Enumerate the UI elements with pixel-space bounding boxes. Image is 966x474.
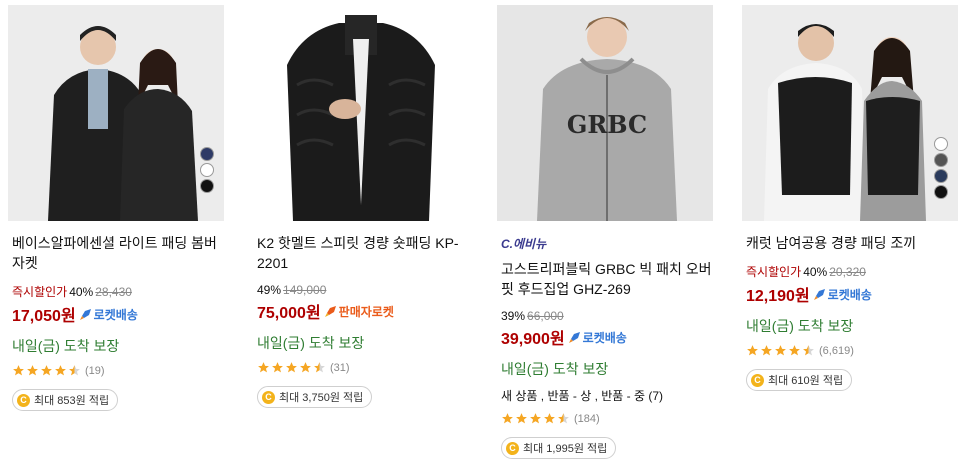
star-rating xyxy=(746,344,816,357)
color-swatch[interactable] xyxy=(934,137,948,151)
color-swatch[interactable] xyxy=(200,179,214,193)
sale-price: 75,000원 xyxy=(257,305,321,322)
star-icon xyxy=(300,362,311,373)
product-image[interactable] xyxy=(253,5,469,221)
color-swatch[interactable] xyxy=(934,153,948,167)
star-icon xyxy=(789,345,800,356)
brand-logo: C.에비뉴 xyxy=(501,237,547,251)
discount-rate: 40% xyxy=(803,265,828,279)
rating: (19) xyxy=(12,364,224,377)
star-icon xyxy=(41,365,52,376)
color-swatch[interactable] xyxy=(200,147,214,161)
star-icon xyxy=(530,413,541,424)
delivery-info: 내일(금) 도착 보장 xyxy=(501,361,609,377)
product-card[interactable]: 베이스알파에센셜 라이트 패딩 봄버 자켓 즉시할인가 40% 28,430 17,… xyxy=(8,0,224,411)
sale-price: 12,190원 xyxy=(746,288,810,305)
star-icon xyxy=(69,365,80,376)
reward-badge: C 최대 3,750원 적립 xyxy=(257,386,373,408)
product-title[interactable]: 고스트리퍼블릭 GRBC 빅 패치 오버핏 후드집업 GHZ-269 xyxy=(501,259,713,299)
discount-rate: 40% xyxy=(69,285,94,299)
star-rating xyxy=(501,412,571,425)
star-rating xyxy=(257,361,327,374)
coin-icon: C xyxy=(262,390,275,404)
product-card[interactable]: K2 핫멜트 스피릿 경량 숏패딩 KP-2201 49% 149,000 75,… xyxy=(253,0,469,408)
discount-rate: 39% xyxy=(501,309,526,323)
star-icon xyxy=(27,365,38,376)
original-price: 149,000 xyxy=(283,283,327,297)
sale-price: 17,050원 xyxy=(12,308,76,325)
condition-options[interactable]: 새 상품 , 반품 - 상 , 반품 - 중 (7) xyxy=(501,387,713,404)
review-count[interactable]: (19) xyxy=(85,365,105,377)
original-price: 28,430 xyxy=(95,285,132,299)
rocket-delivery-badge: 로켓배송 xyxy=(568,329,627,346)
color-swatches xyxy=(934,137,948,199)
sale-price: 39,900원 xyxy=(501,331,565,348)
star-icon xyxy=(761,345,772,356)
seller-rocket-badge: 판매자로켓 xyxy=(324,303,394,320)
star-icon xyxy=(502,413,513,424)
coin-icon: C xyxy=(17,393,30,407)
rocket-icon xyxy=(79,309,91,320)
star-icon xyxy=(747,345,758,356)
color-swatch[interactable] xyxy=(934,169,948,183)
delivery-info: 내일(금) 도착 보장 xyxy=(257,335,365,351)
star-icon xyxy=(775,345,786,356)
color-swatches xyxy=(200,147,214,193)
star-icon xyxy=(286,362,297,373)
rocket-icon xyxy=(324,306,336,317)
product-title[interactable]: 베이스알파에센셜 라이트 패딩 봄버 자켓 xyxy=(12,233,224,273)
color-swatch[interactable] xyxy=(934,185,948,199)
reward-badge: C 최대 1,995원 적립 xyxy=(501,437,617,459)
original-price: 20,320 xyxy=(829,265,866,279)
star-icon xyxy=(558,413,569,424)
rocket-delivery-badge: 로켓배송 xyxy=(79,306,138,323)
star-icon xyxy=(258,362,269,373)
star-rating xyxy=(12,364,82,377)
star-icon xyxy=(544,413,555,424)
reward-badge: C 최대 853원 적립 xyxy=(12,389,119,411)
promo-label: 즉시할인가 xyxy=(746,265,802,279)
star-icon xyxy=(516,413,527,424)
review-count[interactable]: (31) xyxy=(330,362,350,374)
product-card[interactable]: 캐럿 남여공용 경량 패딩 조끼 즉시할인가 40% 20,320 12,190원 … xyxy=(742,0,958,391)
delivery-info: 내일(금) 도착 보장 xyxy=(12,338,120,354)
delivery-info: 내일(금) 도착 보장 xyxy=(746,318,854,334)
rating: (6,619) xyxy=(746,344,958,357)
coin-icon: C xyxy=(751,373,764,387)
product-title[interactable]: 캐럿 남여공용 경량 패딩 조끼 xyxy=(746,233,958,253)
discount-rate: 49% xyxy=(257,283,282,297)
rocket-icon xyxy=(568,332,580,343)
rocket-delivery-badge: 로켓배송 xyxy=(813,286,872,303)
reward-badge: C 최대 610원 적립 xyxy=(746,369,853,391)
star-icon xyxy=(803,345,814,356)
original-price: 66,000 xyxy=(527,309,564,323)
product-card[interactable]: GRBC C.에비뉴 고스트리퍼블릭 GRBC 빅 패치 오버핏 후드집업 GH… xyxy=(497,0,713,459)
product-title[interactable]: K2 핫멜트 스피릿 경량 숏패딩 KP-2201 xyxy=(257,233,469,273)
color-swatch[interactable] xyxy=(200,163,214,177)
coin-icon: C xyxy=(506,441,519,455)
product-image[interactable]: GRBC xyxy=(497,5,713,221)
review-count[interactable]: (184) xyxy=(574,413,600,425)
product-image[interactable] xyxy=(8,5,224,221)
rating: (31) xyxy=(257,361,469,374)
star-icon xyxy=(13,365,24,376)
star-icon xyxy=(55,365,66,376)
svg-text:GRBC: GRBC xyxy=(567,110,647,139)
rocket-icon xyxy=(813,289,825,300)
review-count[interactable]: (6,619) xyxy=(819,345,854,357)
promo-label: 즉시할인가 xyxy=(12,285,68,299)
rating: (184) xyxy=(501,412,713,425)
star-icon xyxy=(272,362,283,373)
star-icon xyxy=(314,362,325,373)
product-image[interactable] xyxy=(742,5,958,221)
